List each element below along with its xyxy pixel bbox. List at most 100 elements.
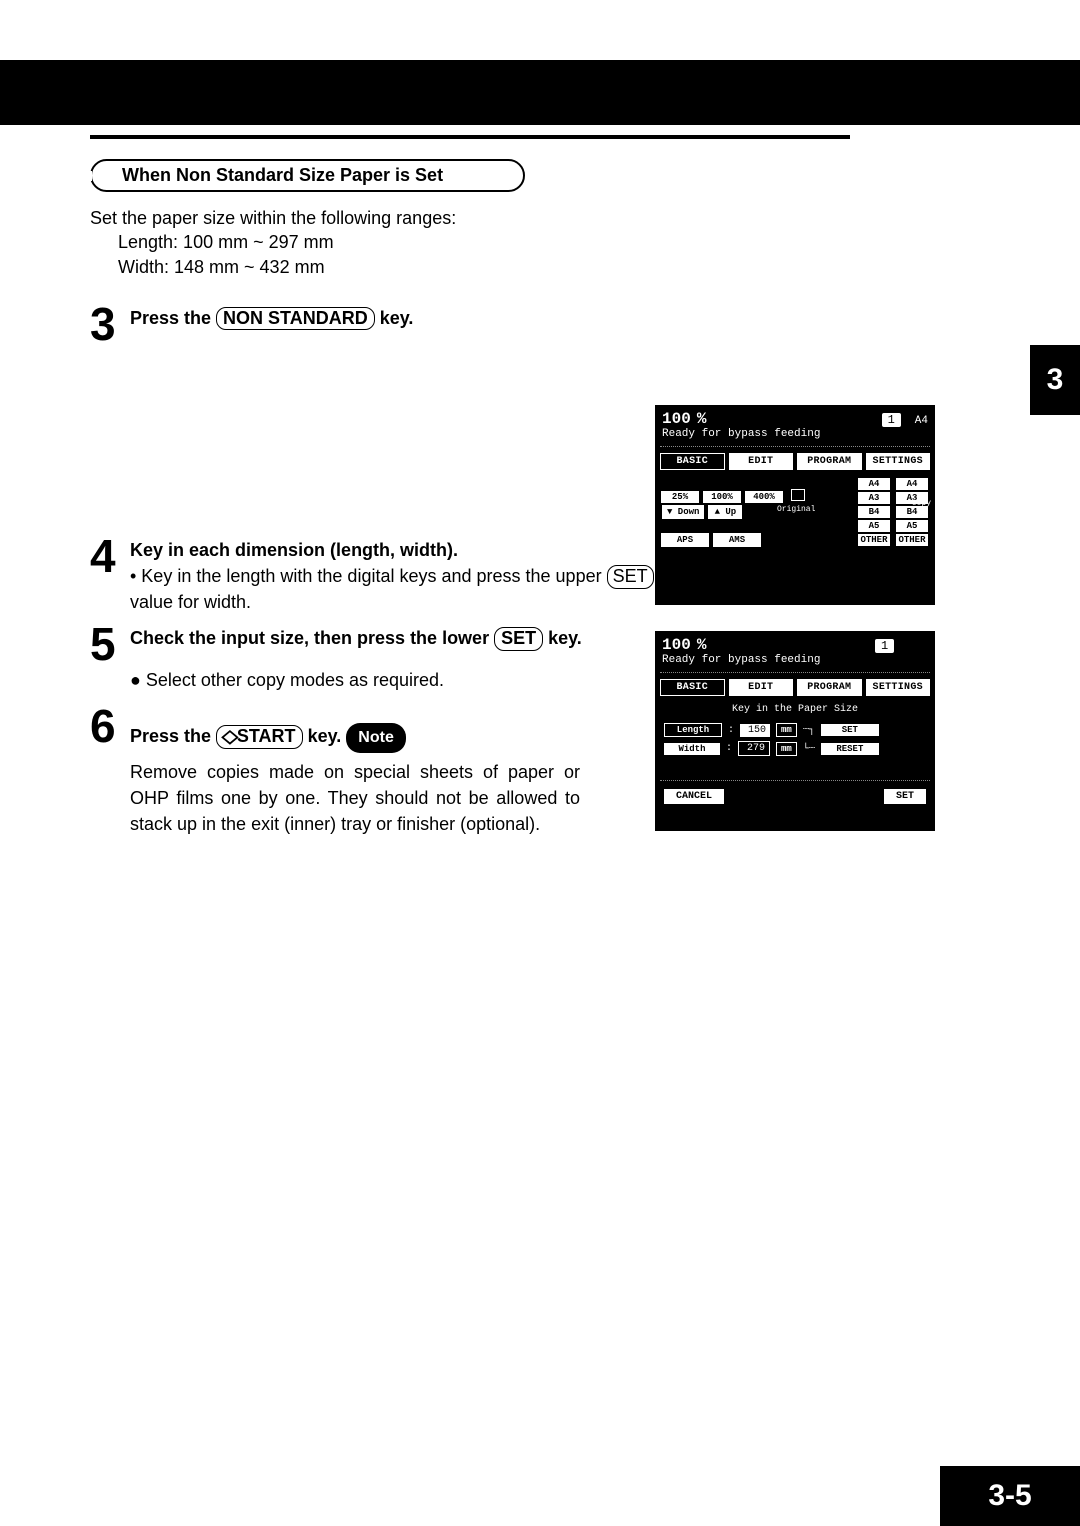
copy-size-col: A4 A3 B4 A5 OTHER — [896, 478, 928, 546]
page: When Non Standard Size Paper is Set Set … — [0, 0, 1080, 1526]
panel1-count: 1 — [882, 413, 901, 427]
ams-button[interactable]: AMS — [713, 533, 761, 547]
original-label: Original — [777, 505, 815, 514]
step-3-number: 3 — [90, 301, 130, 347]
original-icon — [791, 489, 805, 501]
panel1-size-label: A4 — [907, 415, 928, 427]
panel2-bottom: CANCEL SET — [658, 787, 932, 810]
width-value[interactable]: 279 — [738, 741, 770, 756]
length-value[interactable]: 150 — [740, 724, 770, 737]
panel2-spacer — [900, 641, 928, 653]
original-a3[interactable]: A3 — [858, 492, 890, 504]
step-4-number: 4 — [90, 533, 130, 579]
length-label: Length — [664, 723, 722, 737]
width-range: Width: 148 mm ~ 432 mm — [118, 257, 325, 277]
original-other[interactable]: OTHER — [858, 534, 890, 546]
step-3-post: key. — [375, 308, 414, 328]
top-banner — [0, 60, 1080, 125]
connector-1: ┈┐ — [803, 724, 815, 736]
start-icon: ◇ — [222, 726, 239, 748]
step-4-title: Key in each dimension (length, width). — [130, 540, 458, 560]
panel2-count: 1 — [875, 639, 894, 653]
copy-label: Copy — [912, 499, 931, 508]
non-standard-key: NON STANDARD — [216, 307, 375, 331]
panel2-zoom-value: 100 — [662, 636, 691, 654]
panel2-divider-2 — [660, 780, 930, 781]
p2-tab-edit[interactable]: EDIT — [729, 679, 794, 696]
panel1-status: Ready for bypass feeding — [658, 428, 932, 442]
original-b4[interactable]: B4 — [858, 506, 890, 518]
panel1-divider — [660, 446, 930, 447]
p2-tab-settings[interactable]: SETTINGS — [866, 679, 931, 696]
step-5-pre: Check the input size, then press the low… — [130, 628, 494, 648]
panel2-subtitle: Key in the Paper Size — [658, 704, 932, 715]
tab-basic[interactable]: BASIC — [660, 453, 725, 470]
panel1-header: 100 % 1 A4 — [658, 408, 932, 428]
lcd-panel-2: 100 % 1 Ready for bypass feeding BASIC E… — [655, 631, 935, 831]
section-title-pill: When Non Standard Size Paper is Set — [90, 159, 525, 192]
zoom-row: 25% 100% 400% — [661, 489, 805, 505]
length-row: Length : 150 mm ┈┐ SET — [658, 721, 932, 739]
aps-ams-row: APS AMS — [661, 533, 761, 547]
width-label: Width — [664, 743, 720, 755]
size-columns: A4 A3 B4 A5 OTHER A4 A3 B4 A5 OTHER — [858, 478, 928, 546]
horizontal-rule — [90, 135, 850, 139]
length-range: Length: 100 mm ~ 297 mm — [118, 232, 334, 252]
zoom-400[interactable]: 400% — [745, 491, 783, 503]
tab-edit[interactable]: EDIT — [729, 453, 794, 470]
lcd-panel-1: 100 % 1 A4 Ready for bypass feeding BASI… — [655, 405, 935, 605]
panel1-zoom-value: 100 — [662, 410, 691, 428]
panel2-tabs: BASIC EDIT PROGRAM SETTINGS — [658, 679, 932, 696]
tab-program[interactable]: PROGRAM — [797, 453, 862, 470]
set-upper-key: SET — [607, 565, 654, 589]
step-3: 3 Press the NON STANDARD key. — [90, 301, 850, 347]
start-key: ◇START — [216, 725, 303, 749]
original-a4[interactable]: A4 — [858, 478, 890, 490]
aps-button[interactable]: APS — [661, 533, 709, 547]
connector-2: └┈ — [803, 743, 815, 755]
copy-other[interactable]: OTHER — [896, 534, 928, 546]
width-row: Width : 279 mm └┈ RESET — [658, 739, 932, 758]
content-area: When Non Standard Size Paper is Set Set … — [90, 135, 1010, 843]
panel2-header: 100 % 1 — [658, 634, 932, 654]
panel1-zoom-unit: % — [697, 410, 707, 428]
zoom-25[interactable]: 25% — [661, 491, 699, 503]
set-upper-button[interactable]: SET — [821, 724, 879, 736]
reset-button[interactable]: RESET — [821, 743, 879, 755]
tab-settings[interactable]: SETTINGS — [866, 453, 931, 470]
copy-a5[interactable]: A5 — [896, 520, 928, 532]
intro-block: Set the paper size within the following … — [90, 206, 1010, 279]
set-lower-key: SET — [494, 627, 543, 651]
panel2-status: Ready for bypass feeding — [658, 654, 932, 668]
note-label: Note — [346, 723, 406, 752]
chapter-tab: 3 — [1030, 345, 1080, 415]
original-a5[interactable]: A5 — [858, 520, 890, 532]
step-6-post: key. — [303, 726, 342, 746]
step-3-pre: Press the — [130, 308, 216, 328]
zoom-100[interactable]: 100% — [703, 491, 741, 503]
copy-a4[interactable]: A4 — [896, 478, 928, 490]
page-number: 3-5 — [940, 1466, 1080, 1526]
up-button[interactable]: ▲ Up — [708, 505, 742, 519]
p2-tab-basic[interactable]: BASIC — [660, 679, 725, 696]
original-size-col: A4 A3 B4 A5 OTHER — [858, 478, 890, 546]
set-lower-button[interactable]: SET — [884, 789, 926, 804]
panel2-zoom-unit: % — [697, 636, 707, 654]
width-unit: mm — [776, 742, 797, 756]
length-unit: mm — [776, 723, 797, 737]
section-title: When Non Standard Size Paper is Set — [122, 165, 443, 185]
intro-line: Set the paper size within the following … — [90, 208, 456, 228]
p2-tab-program[interactable]: PROGRAM — [797, 679, 862, 696]
panel1-tabs: BASIC EDIT PROGRAM SETTINGS — [658, 453, 932, 470]
step-4-bullet-pre: • Key in the length with the digital key… — [130, 566, 607, 586]
step-3-body: Press the NON STANDARD key. — [130, 301, 850, 331]
panel2-divider — [660, 672, 930, 673]
step-6-number: 6 — [90, 703, 130, 749]
panel1-mid: ▼ Down ▲ Up A4 A3 B4 A5 OTHER A4 A3 — [658, 478, 932, 546]
step-5-post: key. — [543, 628, 582, 648]
cancel-button[interactable]: CANCEL — [664, 789, 724, 804]
note-text: Remove copies made on special sheets of … — [130, 759, 580, 837]
step-5-number: 5 — [90, 621, 130, 667]
step-6-pre: Press the — [130, 726, 216, 746]
down-button[interactable]: ▼ Down — [662, 505, 704, 519]
